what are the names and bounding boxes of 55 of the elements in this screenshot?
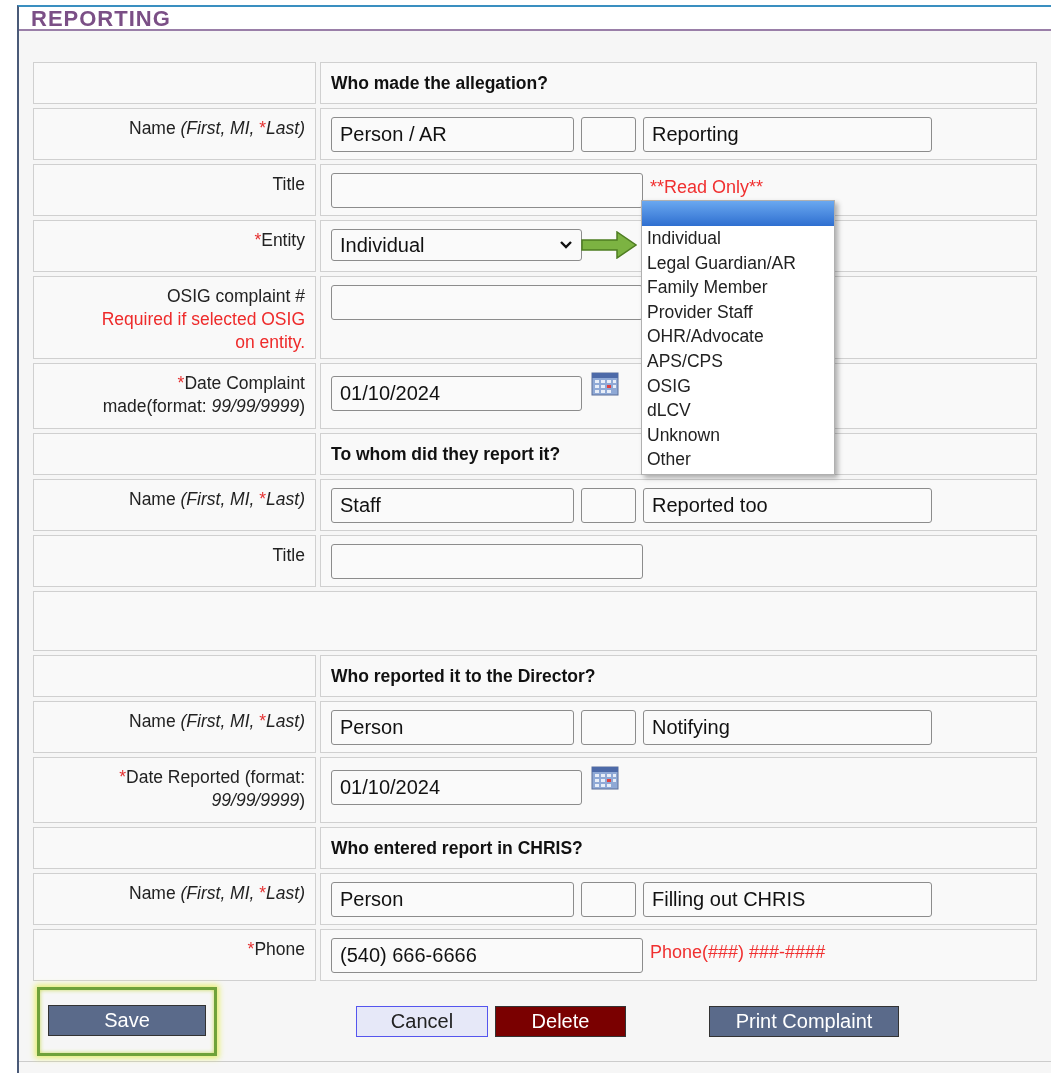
dropdown-option[interactable]: Individual (642, 226, 834, 251)
field-label: *Phone (247, 939, 305, 959)
text-field[interactable]: (540) 666-6666 (331, 938, 643, 973)
middle-initial-field[interactable] (581, 488, 636, 523)
first-name-field[interactable]: Person (331, 710, 574, 745)
dropdown-option[interactable]: OHR/Advocate (642, 324, 834, 349)
section-heading: Who made the allegation? (331, 72, 548, 94)
middle-initial-field[interactable] (581, 882, 636, 917)
middle-initial-field[interactable] (581, 710, 636, 745)
last-name-field[interactable]: Reporting (643, 117, 932, 152)
field-label: Title (272, 174, 305, 194)
dropdown-option[interactable]: Unknown (642, 422, 834, 448)
dropdown-option[interactable]: Legal Guardian/AR (642, 250, 834, 276)
action-button[interactable]: Cancel (356, 1005, 488, 1037)
dropdown-option[interactable]: Other (642, 447, 834, 472)
entity-dropdown[interactable]: Individual (331, 229, 582, 261)
dropdown-option[interactable]: Provider Staff (642, 299, 834, 325)
date-field[interactable]: 01/10/2024 (331, 376, 582, 411)
action-button[interactable]: Delete (495, 1005, 626, 1037)
field-label: Name (First, MI, *Last) (129, 489, 305, 509)
first-name-field[interactable]: Staff (331, 488, 574, 523)
dropdown-option[interactable]: APS/CPS (642, 348, 834, 374)
field-hint: Phone(###) ###-#### (650, 942, 826, 963)
field-label: Name (First, MI, *Last) (129, 118, 305, 138)
first-name-field[interactable]: Person (331, 882, 574, 917)
field-hint: **Read Only** (650, 177, 764, 198)
middle-initial-field[interactable] (581, 117, 636, 152)
last-name-field[interactable]: Reported too (643, 488, 932, 523)
text-field[interactable] (331, 173, 643, 208)
calendar-icon[interactable] (591, 766, 619, 790)
field-label: *Date Complaint made(format: 99/99/9999) (102, 373, 305, 416)
section-heading: Who reported it to the Director? (331, 665, 596, 687)
last-name-field[interactable]: Notifying (643, 710, 932, 745)
section-heading: Who entered report in CHRIS? (331, 837, 583, 859)
action-button[interactable]: Save (48, 1004, 206, 1036)
text-field[interactable] (331, 544, 643, 579)
date-field[interactable]: 01/10/2024 (331, 770, 582, 805)
field-label: *Date Reported (format: 99/99/9999) (119, 767, 305, 810)
field-label: OSIG complaint # Required if selected OSIG on entity. (100, 286, 305, 354)
section-heading: To whom did they report it? (331, 443, 561, 465)
action-button[interactable]: Print Complaint (709, 1005, 899, 1037)
dropdown-option[interactable]: dLCV (642, 398, 834, 423)
text-field[interactable] (331, 285, 643, 320)
chevron-icon (559, 240, 573, 250)
field-label: *Entity (254, 230, 305, 250)
last-name-field[interactable]: Filling out CHRIS (643, 882, 932, 917)
dropdown-option[interactable]: OSIG (642, 373, 834, 399)
calendar-icon[interactable] (591, 372, 619, 396)
field-label: Name (First, MI, *Last) (129, 711, 305, 731)
field-label: Title (272, 545, 305, 565)
field-label: Name (First, MI, *Last) (129, 883, 305, 903)
first-name-field[interactable]: Person / AR (331, 117, 574, 152)
arrow-icon (581, 231, 637, 259)
dropdown-option[interactable]: Family Member (642, 275, 834, 300)
page-title: REPORTING (31, 7, 171, 31)
